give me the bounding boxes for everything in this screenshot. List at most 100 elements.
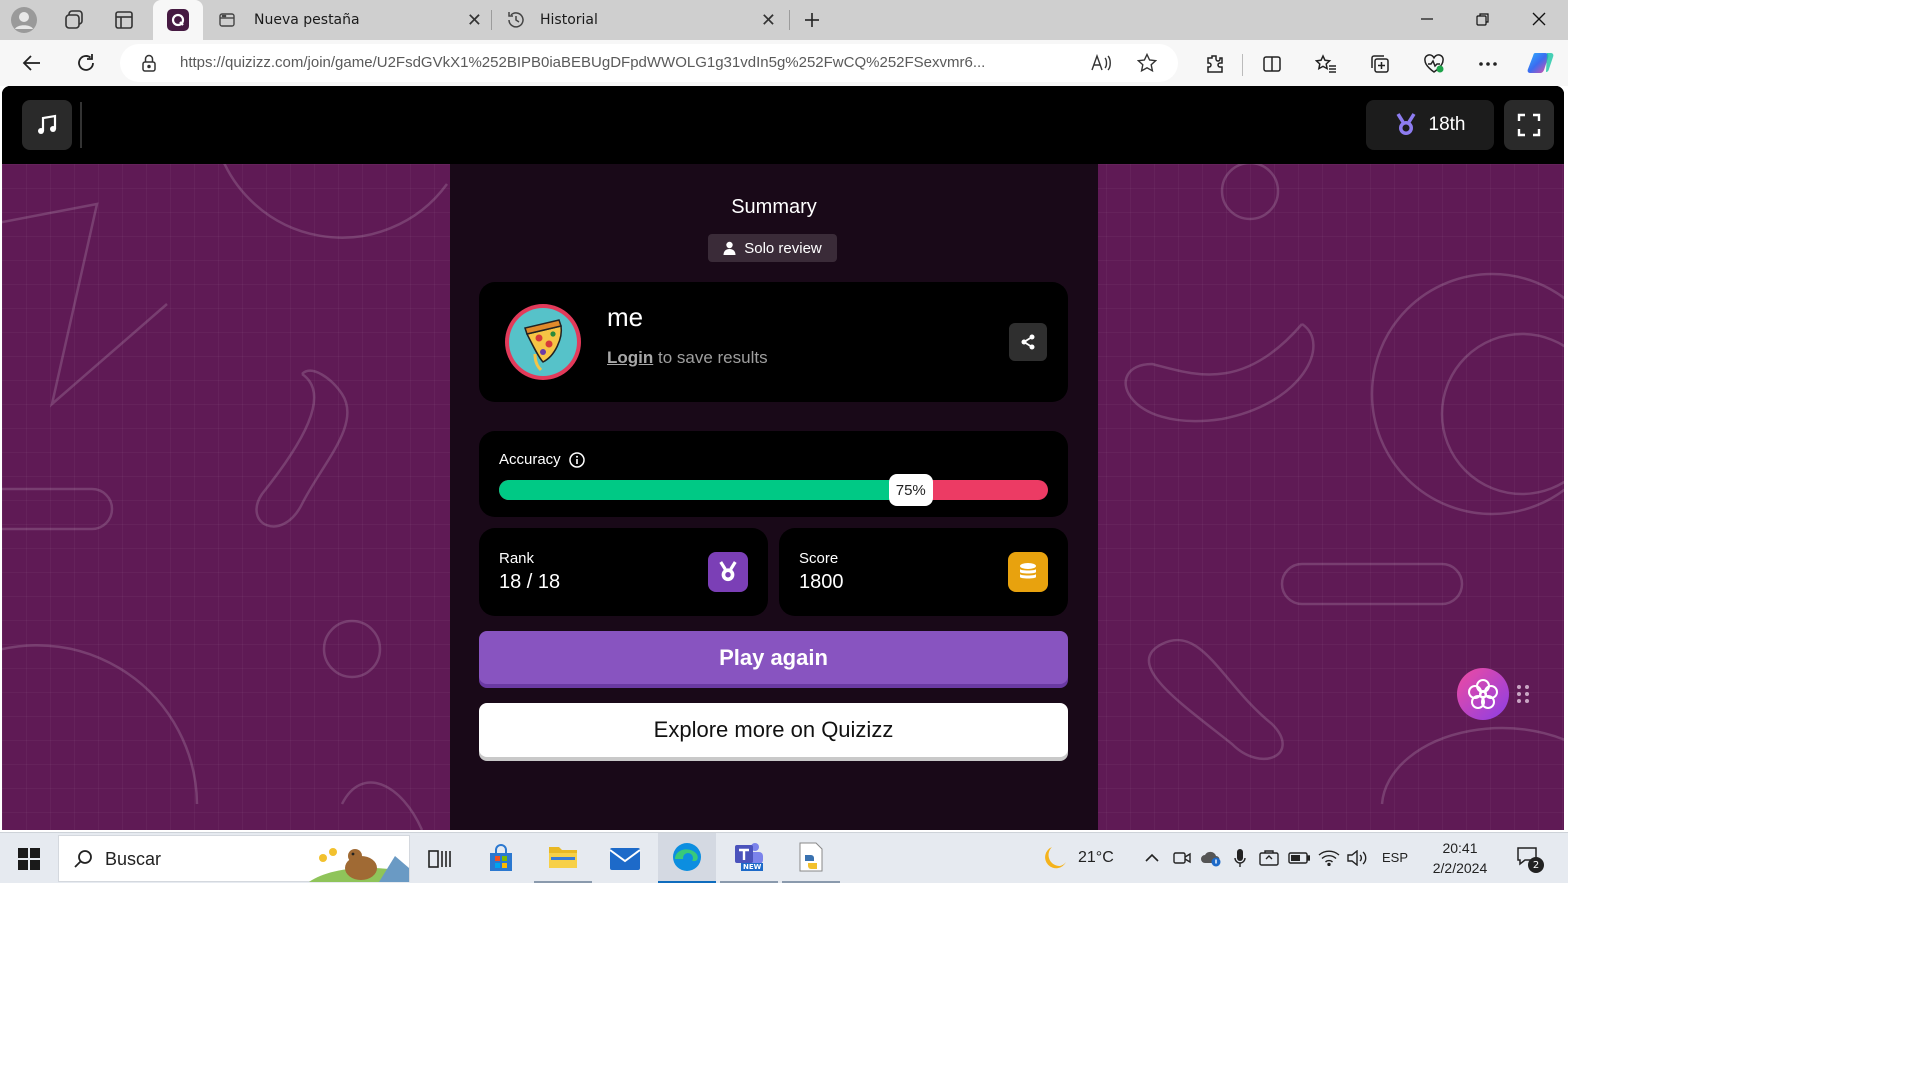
music-toggle-button[interactable] [22,100,72,150]
reload-button[interactable] [68,46,104,80]
share-icon [1021,334,1035,350]
minimize-button[interactable] [1402,0,1452,38]
accuracy-value: 75% [888,474,933,506]
tab-quizizz[interactable] [153,0,203,40]
top-bar-divider [80,102,82,148]
file-explorer-icon[interactable] [534,833,592,883]
close-tab-icon[interactable]: ✕ [761,10,776,31]
accuracy-bar [499,480,1048,500]
person-icon [723,241,736,255]
login-suffix: to save results [653,348,768,367]
player-card: me Login to save results [479,282,1068,402]
profile-icon[interactable] [6,4,42,36]
solo-review-chip: Solo review [708,234,837,262]
windows-taskbar: Buscar NEW 21°C ESP 20:41 2/2/2024 2 [0,832,1568,883]
explore-more-button[interactable]: Explore more on Quizizz [479,703,1068,757]
lock-icon[interactable] [138,52,160,74]
favorites-icon[interactable] [1310,48,1342,80]
quizizz-page: 18th Summary Solo review me Login to sav… [2,86,1564,830]
accuracy-bar-fill [499,480,911,500]
extensions-icon[interactable] [1198,48,1230,80]
solo-review-label: Solo review [744,239,822,257]
favorite-star-icon[interactable] [1132,50,1162,76]
player-name: me [607,302,644,332]
notification-center-icon[interactable]: 2 [1516,845,1544,873]
new-tab-icon [219,13,235,27]
new-tab-button[interactable] [796,4,828,36]
game-top-bar: 18th [2,86,1564,164]
fullscreen-button[interactable] [1504,100,1554,150]
collections-icon[interactable] [1364,48,1396,80]
rank-value: 18 / 18 [499,571,561,593]
search-icon [74,850,92,868]
close-window-button[interactable] [1514,0,1564,38]
tab-title: Nueva pestaña [254,12,360,28]
info-icon[interactable] [568,451,585,468]
browser-essentials-icon[interactable] [1418,48,1450,80]
flower-icon [1468,679,1498,709]
read-aloud-icon[interactable] [1086,50,1116,76]
tab-new-tab[interactable]: Nueva pestaña ✕ [210,0,490,40]
battery-icon[interactable] [1286,845,1312,871]
tab-history[interactable]: Historial ✕ [498,0,786,40]
tab-separator [789,10,790,30]
rank-medal-icon [708,552,748,592]
fullscreen-icon [1517,113,1541,137]
more-options-icon[interactable] [1472,48,1504,80]
play-again-button[interactable]: Play again [479,631,1068,684]
avatar [505,304,581,380]
onedrive-icon[interactable] [1198,845,1224,871]
rank-badge-text: 18th [1428,114,1466,135]
vertical-tabs-icon[interactable] [106,4,142,36]
url-text[interactable]: https://quizizz.com/join/game/U2FsdGVkX1… [180,54,1070,71]
medal-icon [1396,113,1415,135]
clock-time: 20:41 [1442,840,1478,856]
score-card: Score 1800 [779,528,1068,616]
task-view-icon[interactable] [410,833,468,883]
meet-now-icon[interactable] [1170,845,1194,871]
rank-badge: 18th [1366,100,1494,150]
show-hidden-icons-chevron-icon[interactable] [1140,845,1164,871]
weather-temperature[interactable]: 21°C [1078,849,1114,867]
clock[interactable]: 20:41 2/2/2024 [1424,838,1496,878]
split-screen-icon[interactable] [1256,48,1288,80]
workspaces-icon[interactable] [56,4,92,36]
python-script-icon[interactable] [782,833,840,883]
share-button[interactable] [1009,323,1047,361]
teams-icon[interactable]: NEW [720,833,778,883]
tab-title: Historial [540,12,598,28]
accuracy-label: Accuracy [499,451,561,468]
copilot-icon[interactable] [1524,46,1558,80]
accuracy-card: Accuracy 75% [479,431,1068,517]
summary-title: Summary [731,196,817,218]
windows-logo-icon [18,847,40,870]
assistant-flower-button[interactable] [1457,668,1509,720]
microsoft-store-icon[interactable] [472,833,530,883]
drag-handle-icon[interactable] [1516,684,1530,704]
search-highlight-illustration [309,848,409,882]
weather-moon-icon[interactable] [1036,841,1072,875]
back-button[interactable] [14,46,50,80]
browser-tab-bar: Nueva pestaña ✕ Historial ✕ [0,0,1568,40]
summary-panel: Summary Solo review me Login to save res… [450,164,1098,830]
start-button[interactable] [0,833,58,883]
volume-icon[interactable] [1344,845,1370,871]
close-tab-icon[interactable]: ✕ [467,10,482,31]
rank-card: Rank 18 / 18 [479,528,768,616]
wifi-icon[interactable] [1316,845,1342,871]
login-link[interactable]: Login [607,348,653,367]
address-bar[interactable]: https://quizizz.com/join/game/U2FsdGVkX1… [120,44,1178,82]
restore-button[interactable] [1458,0,1508,38]
login-prompt: Login to save results [607,348,768,368]
clock-date: 2/2/2024 [1432,860,1488,876]
edge-browser-icon[interactable] [658,833,716,883]
input-language[interactable]: ESP [1382,850,1408,865]
system-tray-app-icon[interactable] [1256,845,1282,871]
music-note-icon [38,114,57,134]
microphone-icon[interactable] [1228,845,1252,871]
coins-icon [1008,552,1048,592]
accuracy-header: Accuracy [499,451,585,468]
quizizz-favicon [167,9,189,31]
mail-icon[interactable] [596,833,654,883]
taskbar-search-box[interactable]: Buscar [58,835,410,882]
